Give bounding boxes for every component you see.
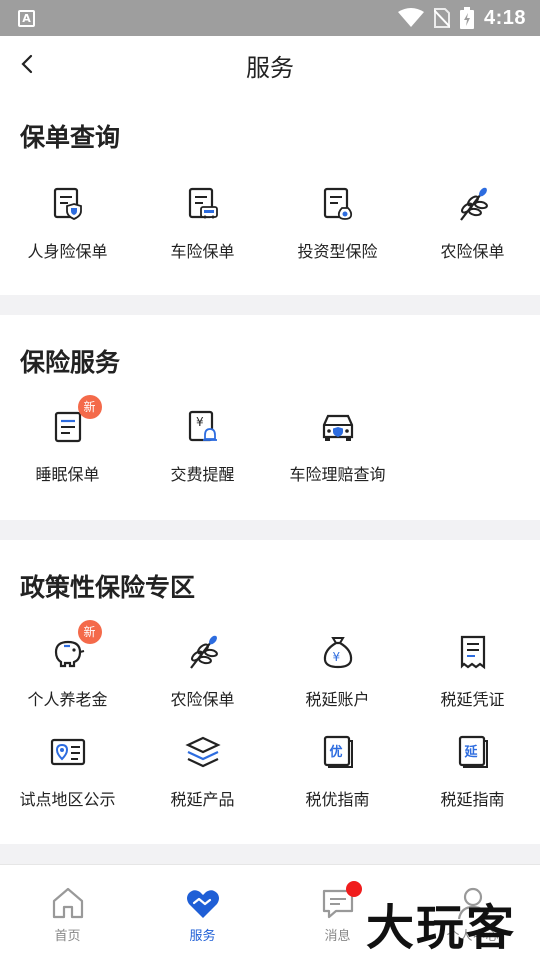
new-badge: 新 bbox=[77, 620, 102, 644]
grid-item-label: 人身险保单 bbox=[27, 242, 108, 261]
wheat-icon bbox=[183, 632, 223, 672]
book-yan-icon: 延 bbox=[453, 732, 493, 772]
grid-item-payment-reminder[interactable]: ¥ 交费提醒 bbox=[135, 407, 270, 485]
yen-bell-icon: ¥ bbox=[183, 407, 223, 447]
grid-item-agri-insurance-policy[interactable]: 农险保单 bbox=[405, 184, 540, 262]
grid-item-dormant-policy[interactable]: 新 睡眠保单 bbox=[0, 395, 135, 485]
section-policy-query: 保单查询 人身险保单 车险保单 投资型保险 农险保单 bbox=[0, 92, 540, 295]
section-insurance-service: 保险服务 新 睡眠保单 ¥ 交费提醒 车险理赔查询 bbox=[0, 315, 540, 520]
wheat-icon bbox=[453, 184, 493, 224]
home-icon bbox=[50, 885, 86, 921]
grid-item-label: 车险保单 bbox=[170, 242, 235, 261]
grid-item-label: 税优指南 bbox=[305, 790, 370, 809]
grid-item-pilot-area-notice[interactable]: 试点地区公示 bbox=[0, 732, 135, 810]
section-policy-zone: 政策性保险专区 新 个人养老金 农险保单 ¥ 税延账户 税延凭证 试点地区公示 bbox=[0, 540, 540, 844]
section-divider bbox=[0, 844, 540, 864]
car-shield-icon bbox=[318, 407, 358, 447]
piggy-bank-icon: 新 bbox=[48, 620, 102, 672]
doc-moneybag-icon bbox=[318, 184, 358, 224]
nav-label: 服务 bbox=[189, 929, 216, 944]
app-notification-icon: A bbox=[18, 10, 35, 27]
location-card-icon bbox=[48, 732, 88, 772]
grid-item-label: 投资型保险 bbox=[297, 242, 378, 261]
message-icon bbox=[320, 881, 362, 921]
grid-item-tax-deferred-products[interactable]: 税延产品 bbox=[135, 732, 270, 810]
layers-icon bbox=[183, 732, 223, 772]
doc-icon: 新 bbox=[48, 395, 102, 447]
grid-item-label: 税延产品 bbox=[170, 790, 235, 809]
wifi-icon bbox=[397, 8, 424, 27]
status-icons: 4:18 bbox=[397, 0, 526, 36]
grid-item-auto-claim-query[interactable]: 车险理赔查询 bbox=[270, 407, 405, 485]
grid-item-tax-deferred-account[interactable]: ¥ 税延账户 bbox=[270, 632, 405, 710]
grid-item-label: 车险理赔查询 bbox=[289, 465, 386, 484]
book-char: 优 bbox=[329, 744, 342, 760]
nav-item-home[interactable]: 首页 bbox=[0, 865, 135, 960]
handshake-heart-icon bbox=[185, 885, 221, 921]
receipt-icon bbox=[453, 632, 493, 672]
page-title: 服务 bbox=[246, 54, 294, 82]
yen-bag-icon: ¥ bbox=[318, 632, 358, 672]
grid-item-auto-insurance-policy[interactable]: 车险保单 bbox=[135, 184, 270, 262]
grid-item-label: 交费提醒 bbox=[170, 465, 235, 484]
book-char: 延 bbox=[463, 744, 478, 760]
section-title: 保险服务 bbox=[20, 348, 121, 377]
grid-item-agri-insurance-policy[interactable]: 农险保单 bbox=[135, 632, 270, 710]
status-bar: A 4:18 bbox=[0, 0, 540, 36]
grid-item-life-insurance-policy[interactable]: 人身险保单 bbox=[0, 184, 135, 262]
section-divider bbox=[0, 295, 540, 315]
watermark: 大玩客 bbox=[366, 900, 517, 956]
no-sim-icon bbox=[433, 8, 450, 28]
status-time: 4:18 bbox=[483, 6, 526, 29]
section-divider bbox=[0, 520, 540, 540]
book-you-icon: 优 bbox=[318, 732, 358, 772]
grid-item-label: 睡眠保单 bbox=[35, 465, 100, 484]
nav-label: 首页 bbox=[54, 929, 81, 944]
battery-charging-icon bbox=[459, 7, 474, 29]
grid-item-investment-insurance[interactable]: 投资型保险 bbox=[270, 184, 405, 262]
unread-dot bbox=[345, 881, 362, 897]
doc-shield-icon bbox=[48, 184, 88, 224]
page-header: 服务 bbox=[0, 36, 540, 92]
doc-car-icon bbox=[183, 184, 223, 224]
grid-item-label: 农险保单 bbox=[170, 690, 235, 709]
nav-item-service[interactable]: 服务 bbox=[135, 865, 270, 960]
grid-item-label: 税延指南 bbox=[440, 790, 505, 809]
grid-item-tax-preferential-guide[interactable]: 优 税优指南 bbox=[270, 732, 405, 810]
svg-text:¥: ¥ bbox=[332, 650, 340, 664]
grid-item-label: 税延账户 bbox=[305, 690, 370, 709]
new-badge: 新 bbox=[77, 395, 102, 419]
grid-item-tax-deferred-guide[interactable]: 延 税延指南 bbox=[405, 732, 540, 810]
svg-text:¥: ¥ bbox=[196, 415, 204, 429]
section-title: 保单查询 bbox=[20, 123, 121, 152]
grid-item-label: 税延凭证 bbox=[440, 690, 505, 709]
grid-item-personal-pension[interactable]: 新 个人养老金 bbox=[0, 620, 135, 710]
grid-item-label: 个人养老金 bbox=[27, 690, 108, 709]
grid-item-label: 农险保单 bbox=[440, 242, 505, 261]
grid-item-label: 试点地区公示 bbox=[19, 790, 116, 809]
grid-item-tax-deferred-certificate[interactable]: 税延凭证 bbox=[405, 632, 540, 710]
section-title: 政策性保险专区 bbox=[20, 573, 196, 602]
